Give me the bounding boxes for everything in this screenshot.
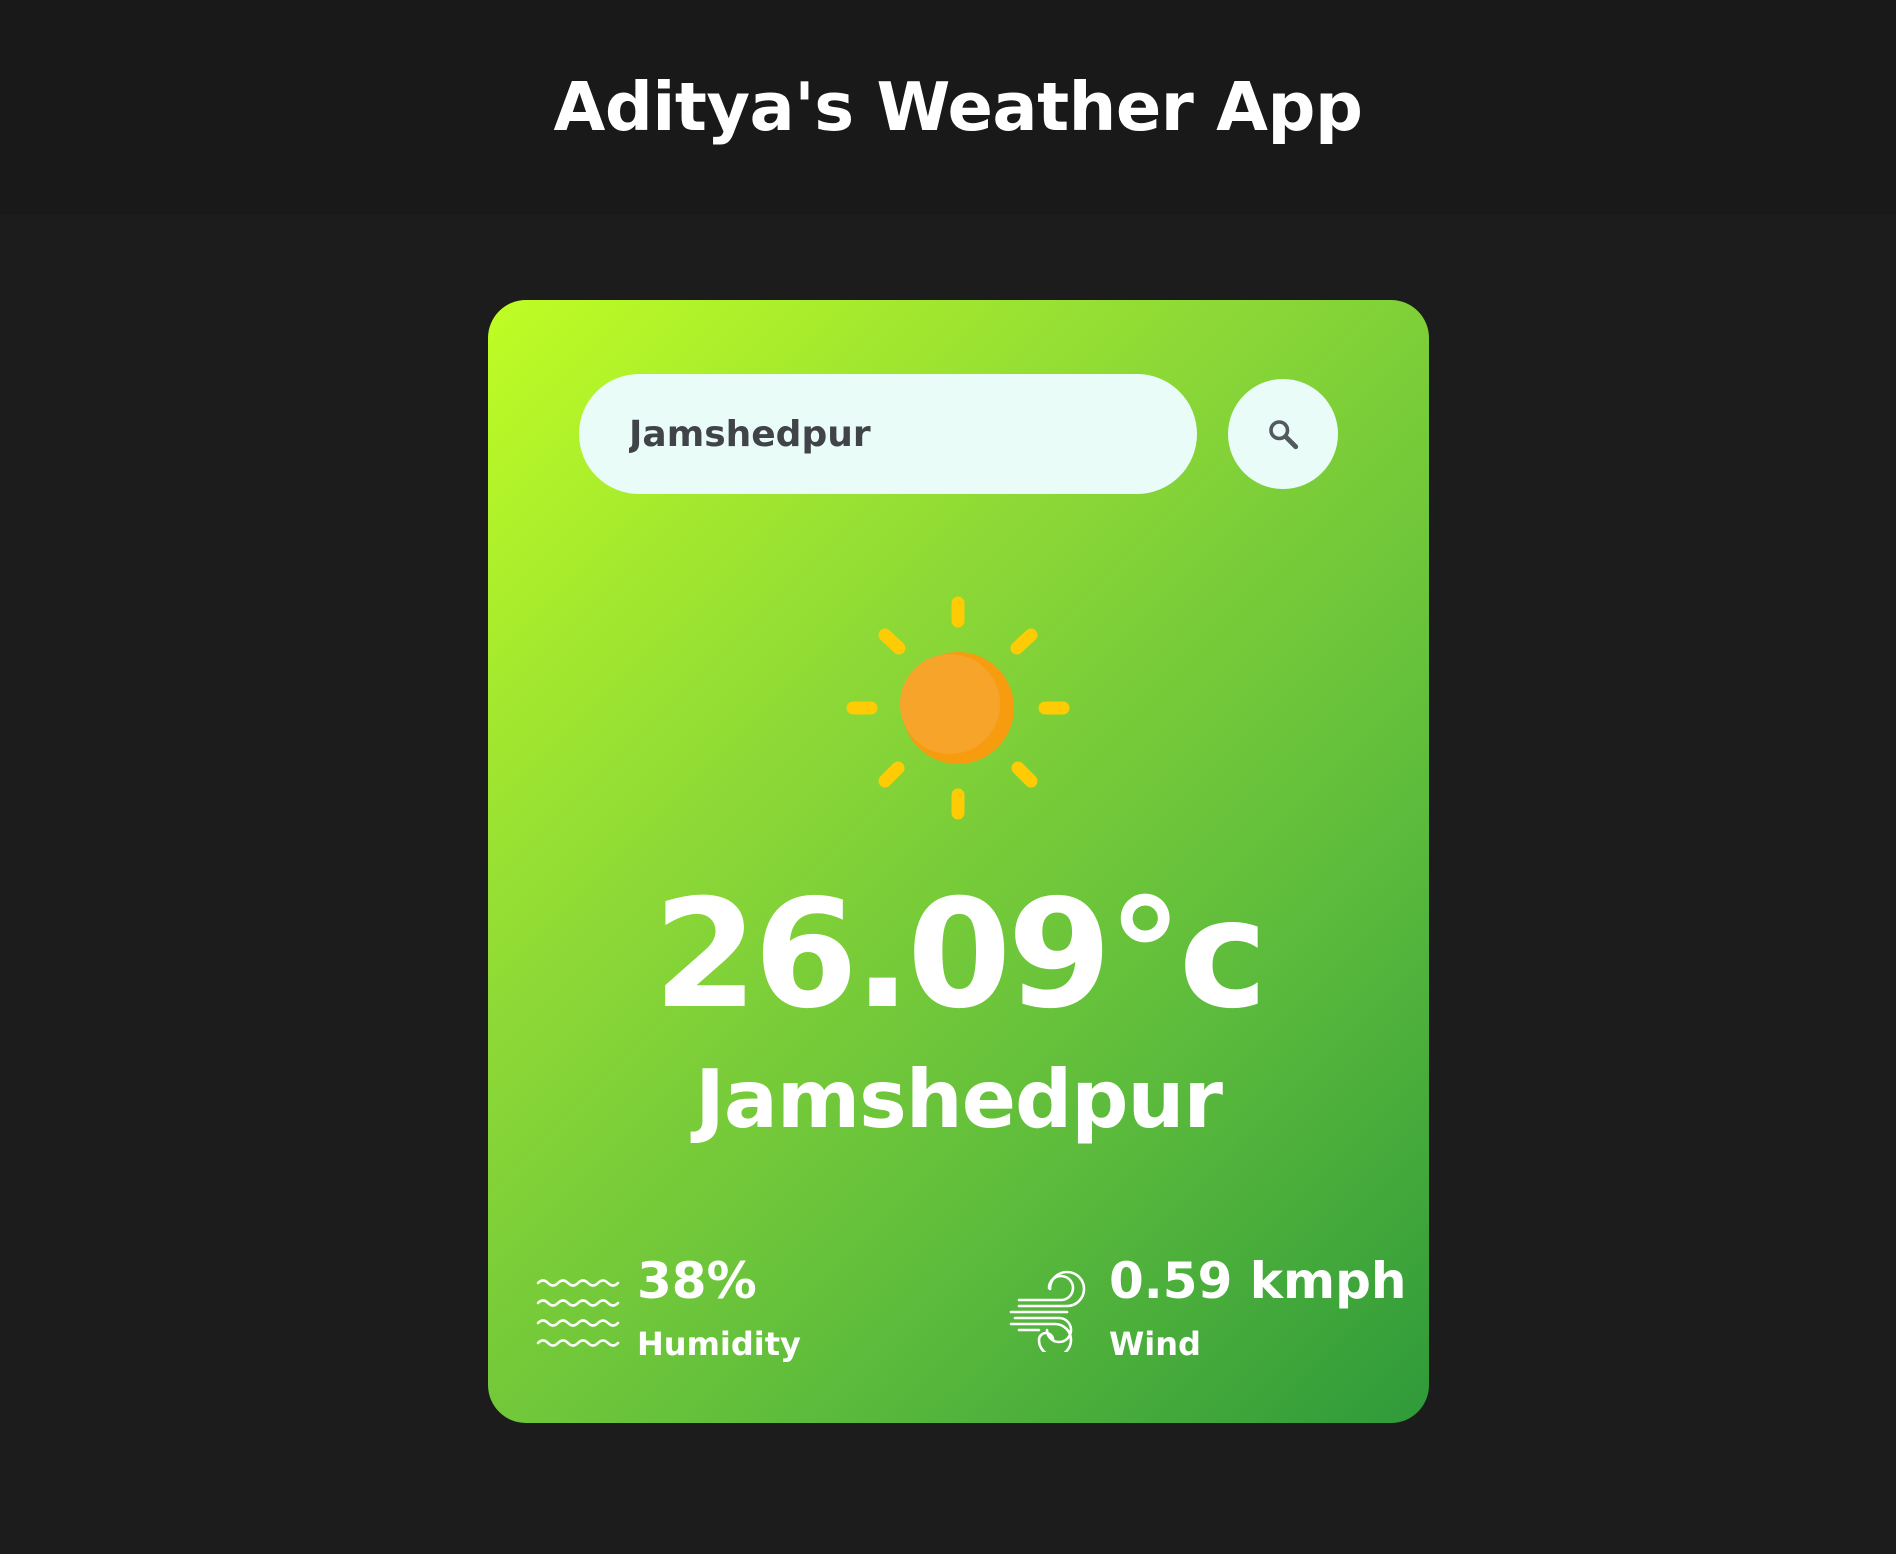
search-button[interactable] [1228,379,1338,489]
wind-icon [1009,1270,1086,1352]
humidity-value: 38% [637,1252,757,1310]
wind-value: 0.59 kmph [1109,1252,1407,1310]
humidity-icon [536,1279,620,1347]
app-title: Aditya's Weather App [553,68,1363,146]
humidity-label: Humidity [637,1325,801,1363]
city-search-input[interactable] [579,374,1197,494]
header: Aditya's Weather App [0,0,1896,215]
city-name: Jamshedpur [695,1053,1223,1146]
wind-label: Wind [1109,1325,1201,1363]
search-icon [1269,420,1299,450]
sun-icon [846,596,1070,820]
temperature: 26.09°c [653,868,1267,1042]
weather-card: 26.09°c Jamshedpur 38% Humidity 0.59 kmp… [488,300,1429,1423]
